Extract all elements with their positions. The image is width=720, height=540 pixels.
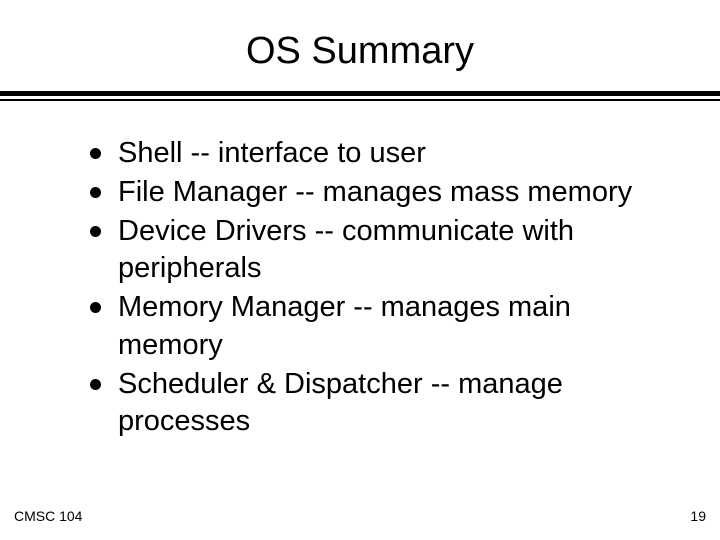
title-rule-thick — [0, 91, 720, 96]
bullet-icon — [90, 379, 101, 390]
list-item: Scheduler & Dispatcher -- manage process… — [90, 366, 660, 440]
list-item: Device Drivers -- communicate with perip… — [90, 213, 660, 287]
list-item: File Manager -- manages mass memory — [90, 174, 660, 211]
bullet-text: File Manager -- manages mass memory — [118, 176, 632, 208]
list-item: Shell -- interface to user — [90, 135, 660, 172]
bullet-text: Memory Manager -- manages main memory — [118, 291, 571, 360]
bullet-icon — [90, 226, 101, 237]
slide-body: Shell -- interface to user File Manager … — [0, 101, 720, 440]
bullet-text: Device Drivers -- communicate with perip… — [118, 215, 574, 284]
bullet-text: Scheduler & Dispatcher -- manage process… — [118, 368, 563, 437]
list-item: Memory Manager -- manages main memory — [90, 289, 660, 363]
footer-page-number: 19 — [690, 508, 706, 524]
slide: OS Summary Shell -- interface to user Fi… — [0, 0, 720, 540]
bullet-icon — [90, 187, 101, 198]
footer-course: CMSC 104 — [14, 508, 82, 524]
bullet-icon — [90, 302, 101, 313]
slide-title: OS Summary — [0, 0, 720, 91]
bullet-text: Shell -- interface to user — [118, 137, 426, 169]
bullet-list: Shell -- interface to user File Manager … — [90, 135, 660, 440]
bullet-icon — [90, 148, 101, 159]
